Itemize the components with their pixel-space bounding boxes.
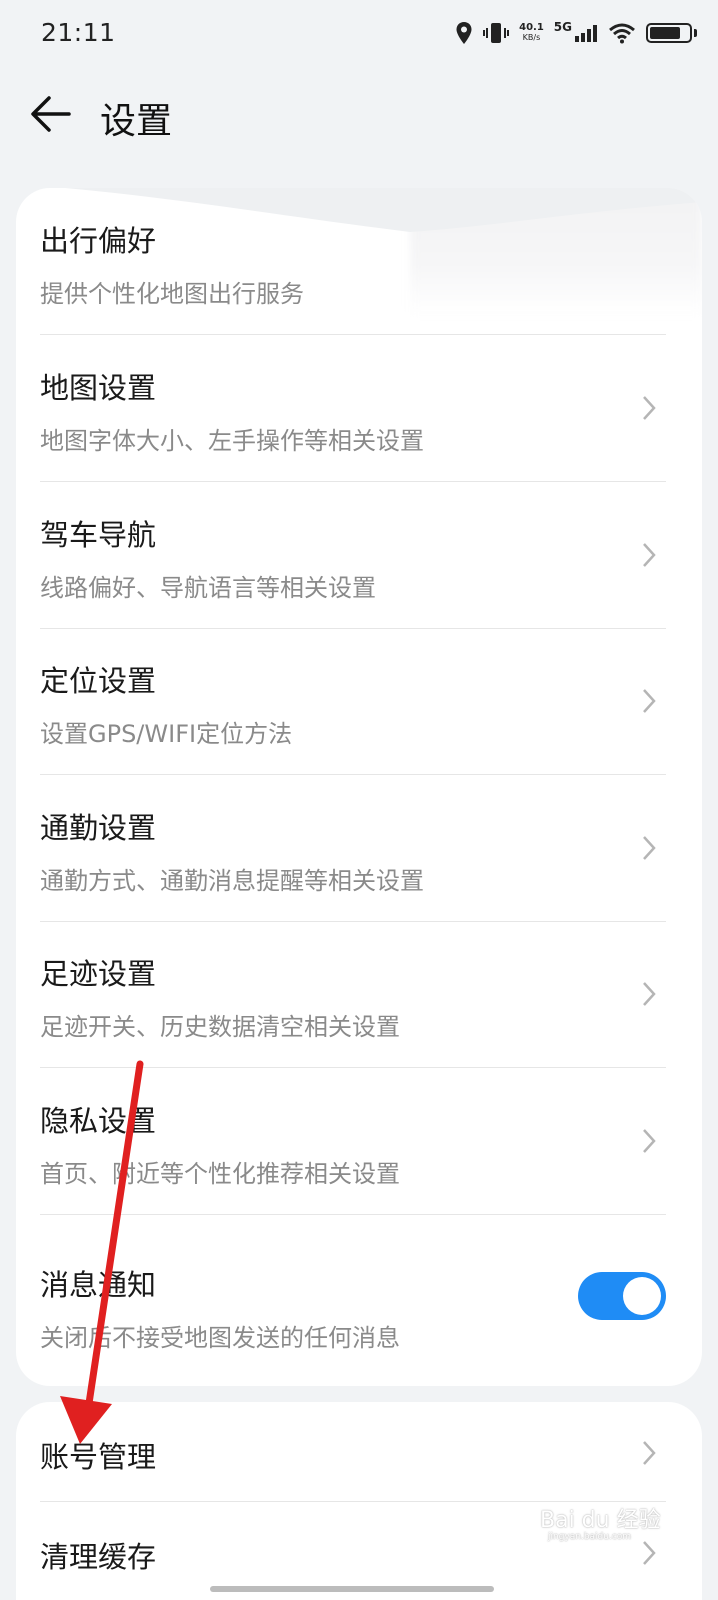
baidu-watermark: Bai du 经验 jingyan.baidu.com <box>540 1502 690 1562</box>
home-indicator[interactable] <box>210 1586 494 1592</box>
item-title: 地图设置 <box>40 371 157 405</box>
status-time: 21:11 <box>41 18 116 47</box>
page-title: 设置 <box>100 101 173 142</box>
item-subtitle: 关闭后不接受地图发送的任何消息 <box>40 1324 400 1352</box>
chevron-right-icon <box>643 396 656 420</box>
network-type: 5G <box>553 20 572 34</box>
signal-icon <box>575 25 597 42</box>
chevron-right-icon <box>643 543 656 567</box>
net-speed: 40.1 KB/s <box>519 23 544 43</box>
notification-toggle[interactable] <box>578 1272 666 1320</box>
item-title: 通勤设置 <box>40 811 157 845</box>
back-button[interactable] <box>26 90 74 138</box>
settings-item-commute-settings[interactable]: 通勤设置 通勤方式、通勤消息提醒等相关设置 <box>40 775 666 922</box>
watermark-url: jingyan.baidu.com <box>548 1532 632 1542</box>
item-title: 消息通知 <box>40 1268 157 1302</box>
status-icons: 40.1 KB/s 5G <box>455 18 697 48</box>
settings-item-location-settings[interactable]: 定位设置 设置GPS/WIFI定位方法 <box>40 628 666 775</box>
watermark-brand: Bai du 经验 <box>540 1508 661 1533</box>
settings-item-account-management[interactable]: 账号管理 <box>40 1402 666 1502</box>
item-title: 账号管理 <box>40 1440 157 1474</box>
item-subtitle: 地图字体大小、左手操作等相关设置 <box>40 427 424 455</box>
location-icon <box>456 22 472 44</box>
settings-card-account: 账号管理 清理缓存 <box>16 1402 702 1600</box>
item-subtitle: 足迹开关、历史数据清空相关设置 <box>40 1013 400 1041</box>
wifi-icon <box>609 23 635 44</box>
settings-card-main: 出行偏好 提供个性化地图出行服务 地图设置 地图字体大小、左手操作等相关设置 驾… <box>16 188 702 1386</box>
back-arrow-icon <box>31 96 71 132</box>
chevron-right-icon <box>643 982 656 1006</box>
settings-item-driving-navigation[interactable]: 驾车导航 线路偏好、导航语言等相关设置 <box>40 482 666 629</box>
app-header: 设置 <box>0 80 718 154</box>
chevron-right-icon <box>643 1441 656 1465</box>
item-title: 定位设置 <box>40 664 157 698</box>
settings-item-privacy-settings[interactable]: 隐私设置 首页、附近等个性化推荐相关设置 <box>40 1068 666 1215</box>
item-subtitle: 线路偏好、导航语言等相关设置 <box>40 574 376 602</box>
status-bar: 21:11 40.1 KB/s 5G <box>0 0 718 64</box>
chevron-right-icon <box>643 836 656 860</box>
item-subtitle: 提供个性化地图出行服务 <box>40 280 304 308</box>
item-title: 隐私设置 <box>40 1104 157 1138</box>
item-title: 出行偏好 <box>40 224 157 258</box>
toggle-knob <box>623 1277 661 1315</box>
item-title: 驾车导航 <box>40 518 157 552</box>
net-speed-unit: KB/s <box>522 33 541 42</box>
chevron-right-icon <box>643 689 656 713</box>
settings-item-travel-preference[interactable]: 出行偏好 提供个性化地图出行服务 <box>40 188 666 335</box>
net-speed-value: 40.1 <box>519 22 544 33</box>
settings-item-map-settings[interactable]: 地图设置 地图字体大小、左手操作等相关设置 <box>40 335 666 482</box>
item-subtitle: 首页、附近等个性化推荐相关设置 <box>40 1160 400 1188</box>
item-title: 清理缓存 <box>40 1540 157 1574</box>
item-title: 足迹设置 <box>40 957 157 991</box>
vibrate-icon <box>483 23 510 43</box>
item-subtitle: 通勤方式、通勤消息提醒等相关设置 <box>40 867 424 895</box>
settings-item-message-notification: 消息通知 关闭后不接受地图发送的任何消息 <box>40 1214 666 1386</box>
chevron-right-icon <box>643 1129 656 1153</box>
battery-icon <box>646 23 697 43</box>
item-subtitle: 设置GPS/WIFI定位方法 <box>40 720 293 748</box>
settings-item-footprint-settings[interactable]: 足迹设置 足迹开关、历史数据清空相关设置 <box>40 921 666 1068</box>
